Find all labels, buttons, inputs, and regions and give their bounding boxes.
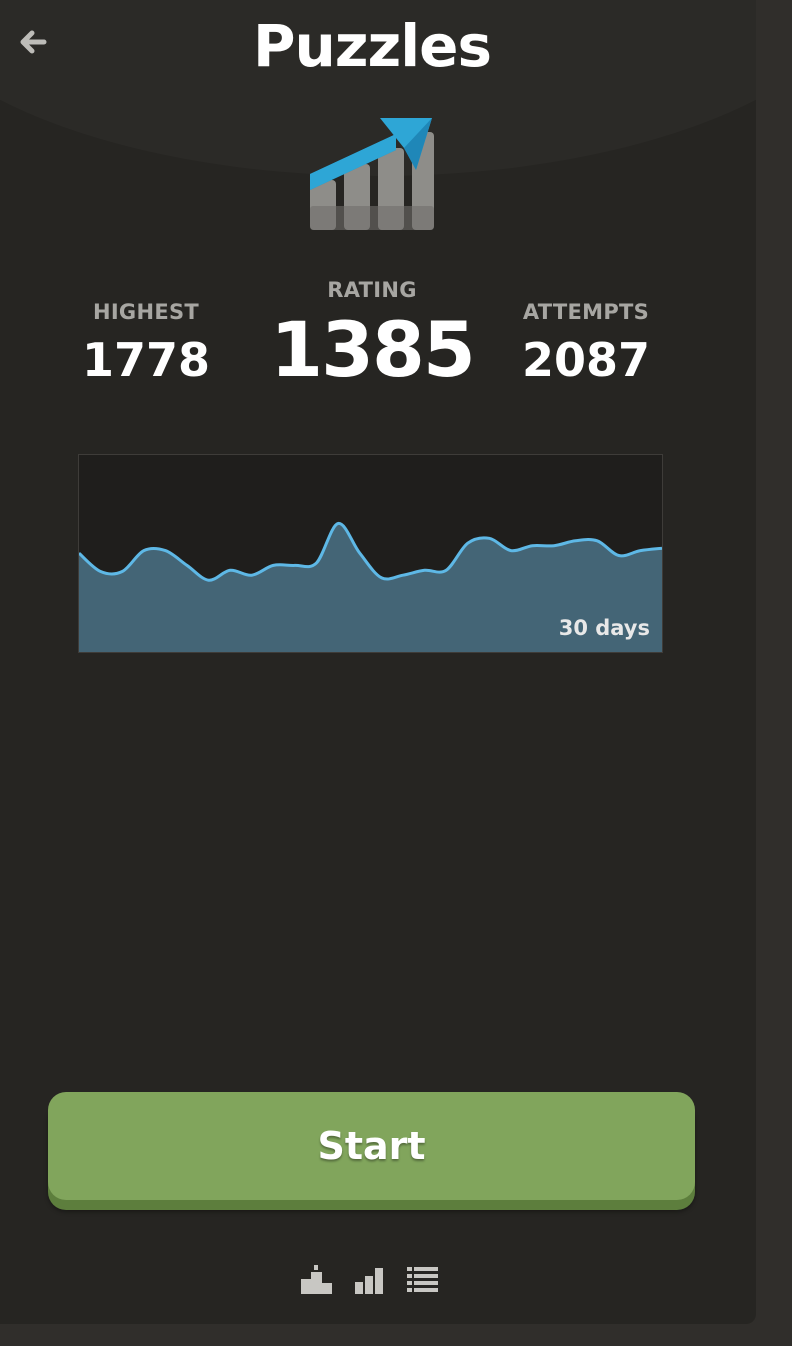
attempts-label: ATTEMPTS: [522, 300, 650, 324]
rating-history-chart: 30 days: [78, 454, 663, 653]
puzzles-panel: Puzzles HIGHEST 1778 RATING 1385 ATTEMPT…: [0, 0, 756, 1324]
attempts-value: 2087: [521, 333, 651, 387]
start-button[interactable]: Start: [48, 1092, 695, 1200]
rating-label: RATING: [327, 278, 417, 302]
footer-icon-bar: [300, 1264, 445, 1296]
page-title: Puzzles: [252, 12, 492, 80]
leaderboard-icon: [301, 1265, 332, 1294]
period-label: 30 days: [558, 616, 650, 640]
stats-icon: [355, 1268, 383, 1294]
leaderboard-button[interactable]: [300, 1264, 334, 1296]
history-list-icon: [407, 1267, 438, 1292]
rating-value: 1385: [270, 305, 476, 394]
current-rating-stat: RATING 1385: [262, 278, 482, 392]
history-list-button[interactable]: [406, 1264, 440, 1296]
highest-value: 1778: [81, 333, 211, 387]
rating-trend-chart-icon: [304, 108, 440, 236]
attempts-stat: ATTEMPTS 2087: [506, 300, 666, 388]
stats-button[interactable]: [354, 1264, 388, 1296]
highest-rating-stat: HIGHEST 1778: [66, 300, 226, 388]
highest-label: HIGHEST: [92, 300, 200, 324]
